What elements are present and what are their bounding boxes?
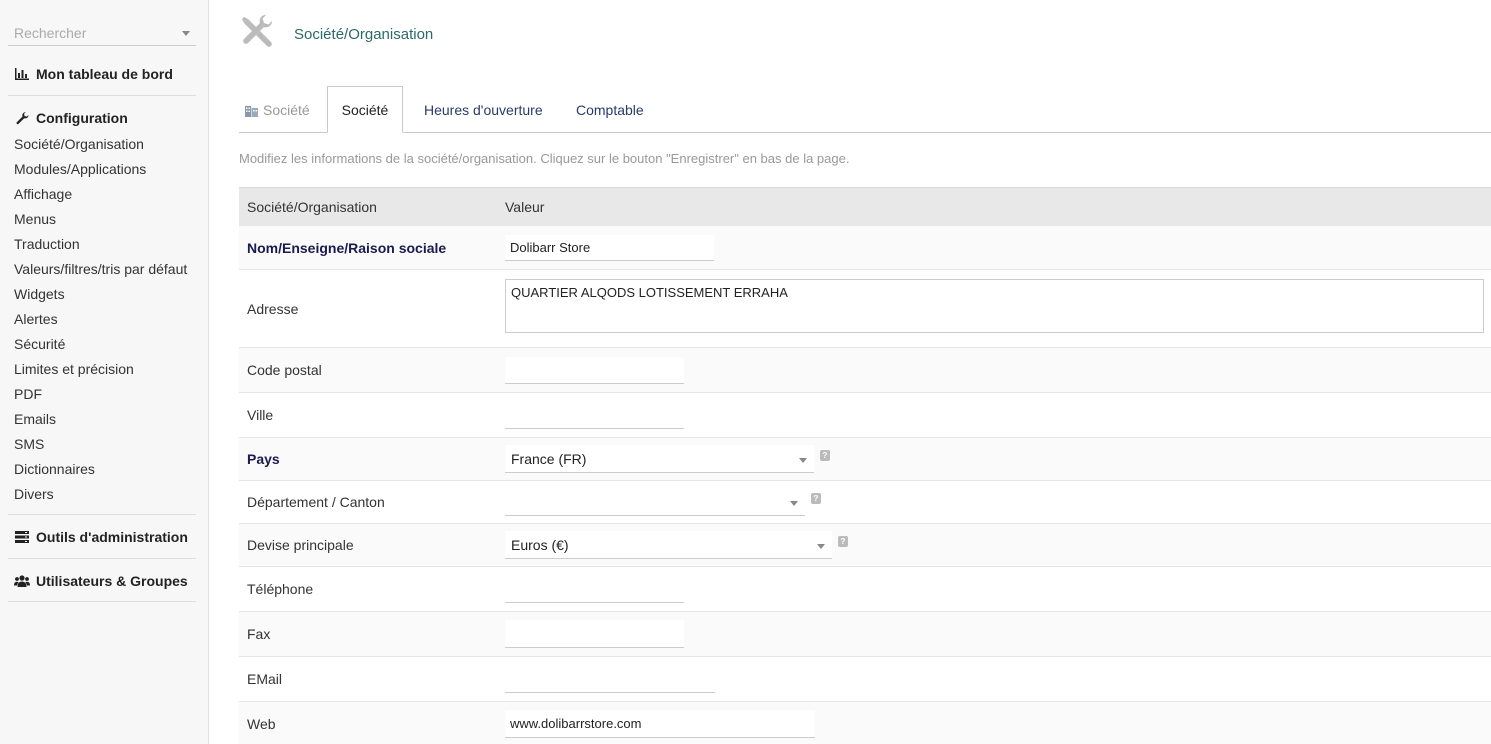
menu-admin-tools[interactable]: Outils d'administration <box>8 527 196 547</box>
tab-label: Comptable <box>576 101 644 118</box>
field-label: Devise principale <box>247 537 354 553</box>
country-selected-value: France (FR) <box>511 450 587 467</box>
sidebar-item-dictionnaires[interactable]: Dictionnaires <box>8 457 196 482</box>
chevron-down-icon <box>799 457 807 463</box>
field-label: Pays <box>247 451 280 467</box>
menu-configuration: Configuration Société/Organisation Modul… <box>8 108 196 507</box>
sidebar-item-societe[interactable]: Société/Organisation <box>8 132 196 157</box>
menu-configuration-title[interactable]: Configuration <box>8 108 196 128</box>
divider <box>8 601 196 602</box>
table-row: Web www.dolibarrstore.com <box>239 702 1491 744</box>
intro-text: Modifiez les informations de la société/… <box>239 151 850 166</box>
table-row: Ville <box>239 393 1491 438</box>
table-body: Nom/Enseigne/Raison sociale Dolibarr Sto… <box>239 226 1491 744</box>
column-header-value: Valeur <box>505 199 545 215</box>
help-icon[interactable]: ? <box>838 536 848 547</box>
table-row: Téléphone <box>239 567 1491 612</box>
tab-bar: Société Société Heures d'ouverture Compt… <box>239 86 1491 133</box>
sidebar-item-sms[interactable]: SMS <box>8 432 196 457</box>
chevron-down-icon <box>817 543 825 549</box>
sidebar-item-valeurs[interactable]: Valeurs/filtres/tris par défaut <box>8 257 196 282</box>
tab-label: Société <box>341 101 389 118</box>
page-header: Société/Organisation <box>239 14 433 50</box>
field-label: Nom/Enseigne/Raison sociale <box>247 239 447 256</box>
field-label: Fax <box>247 626 271 642</box>
field-label: EMail <box>247 671 283 687</box>
chevron-down-icon <box>790 500 798 506</box>
menu-users-groups[interactable]: Utilisateurs & Groupes <box>8 571 196 591</box>
company-name-input[interactable]: Dolibarr Store <box>505 235 714 261</box>
email-input[interactable] <box>505 665 715 693</box>
field-label: Code postal <box>247 362 322 378</box>
sidebar-item-widgets[interactable]: Widgets <box>8 282 196 307</box>
town-input[interactable] <box>505 401 684 429</box>
zip-input[interactable] <box>505 357 684 384</box>
sidebar-item-menus[interactable]: Menus <box>8 207 196 232</box>
table-row: Adresse QUARTIER ALQODS LOTISSEMENT ERRA… <box>239 270 1491 348</box>
field-label: Ville <box>247 407 274 423</box>
tab-comptable[interactable]: Comptable <box>576 86 644 133</box>
web-input[interactable]: www.dolibarrstore.com <box>505 710 815 738</box>
sidebar: Rechercher Mon tableau de bord Configura… <box>0 0 209 744</box>
field-label: Web <box>247 716 276 732</box>
field-label: Téléphone <box>247 581 314 597</box>
country-select[interactable]: France (FR) <box>505 445 814 473</box>
currency-select[interactable]: Euros (€) <box>505 531 832 559</box>
divider <box>8 95 196 96</box>
sidebar-item-pdf[interactable]: PDF <box>8 382 196 407</box>
page-title: Société/Organisation <box>294 25 434 43</box>
divider <box>8 558 196 559</box>
table-header: Société/Organisation Valeur <box>239 187 1491 226</box>
help-icon[interactable]: ? <box>811 493 821 504</box>
sidebar-item-traduction[interactable]: Traduction <box>8 232 196 257</box>
search-select[interactable]: Rechercher <box>8 20 196 46</box>
sidebar-item-affichage[interactable]: Affichage <box>8 182 196 207</box>
building-icon <box>245 104 258 117</box>
chevron-down-icon[interactable] <box>182 31 190 36</box>
table-row: Nom/Enseigne/Raison sociale Dolibarr Sto… <box>239 226 1491 270</box>
state-select[interactable] <box>505 488 805 516</box>
tools-icon <box>239 14 275 50</box>
sidebar-item-divers[interactable]: Divers <box>8 482 196 507</box>
field-label: Département / Canton <box>247 494 385 510</box>
users-icon <box>14 574 30 588</box>
currency-selected-value: Euros (€) <box>511 536 569 553</box>
field-label: Adresse <box>247 300 299 317</box>
menu-configuration-label: Configuration <box>36 110 128 126</box>
sidebar-item-securite[interactable]: Sécurité <box>8 332 196 357</box>
sidebar-item-emails[interactable]: Emails <box>8 407 196 432</box>
menu-users-groups-label: Utilisateurs & Groupes <box>36 573 188 589</box>
tab-heures-ouverture[interactable]: Heures d'ouverture <box>424 86 543 133</box>
sidebar-item-alertes[interactable]: Alertes <box>8 307 196 332</box>
tab-societe[interactable]: Société <box>327 86 403 133</box>
search-placeholder: Rechercher <box>14 24 87 41</box>
help-icon[interactable]: ? <box>820 450 830 461</box>
table-row: Devise principale Euros (€) ? <box>239 524 1491 567</box>
column-header-name: Société/Organisation <box>247 199 377 215</box>
address-textarea[interactable]: QUARTIER ALQODS LOTISSEMENT ERRAHA <box>505 279 1484 333</box>
phone-input[interactable] <box>505 575 684 603</box>
fax-input[interactable] <box>505 620 684 648</box>
tab-societe-icon[interactable]: Société <box>245 86 310 133</box>
table-row: Pays France (FR) ? <box>239 438 1491 481</box>
main-content: Société/Organisation Société Société Heu… <box>209 0 1491 744</box>
sidebar-item-limites[interactable]: Limites et précision <box>8 357 196 382</box>
table-row: EMail <box>239 657 1491 702</box>
table-row: Fax <box>239 612 1491 657</box>
tab-label: Heures d'ouverture <box>424 101 543 118</box>
table-row: Code postal <box>239 348 1491 393</box>
table-row: Département / Canton ? <box>239 481 1491 524</box>
wrench-icon <box>14 111 30 125</box>
tab-label: Société <box>263 101 310 118</box>
menu-dashboard[interactable]: Mon tableau de bord <box>8 64 196 84</box>
divider <box>8 514 196 515</box>
chart-icon <box>14 67 30 81</box>
company-form-table: Société/Organisation Valeur Nom/Enseigne… <box>239 187 1491 744</box>
sidebar-item-modules[interactable]: Modules/Applications <box>8 157 196 182</box>
menu-dashboard-label: Mon tableau de bord <box>36 66 173 82</box>
menu-admin-tools-label: Outils d'administration <box>36 529 188 545</box>
server-icon <box>14 530 30 544</box>
